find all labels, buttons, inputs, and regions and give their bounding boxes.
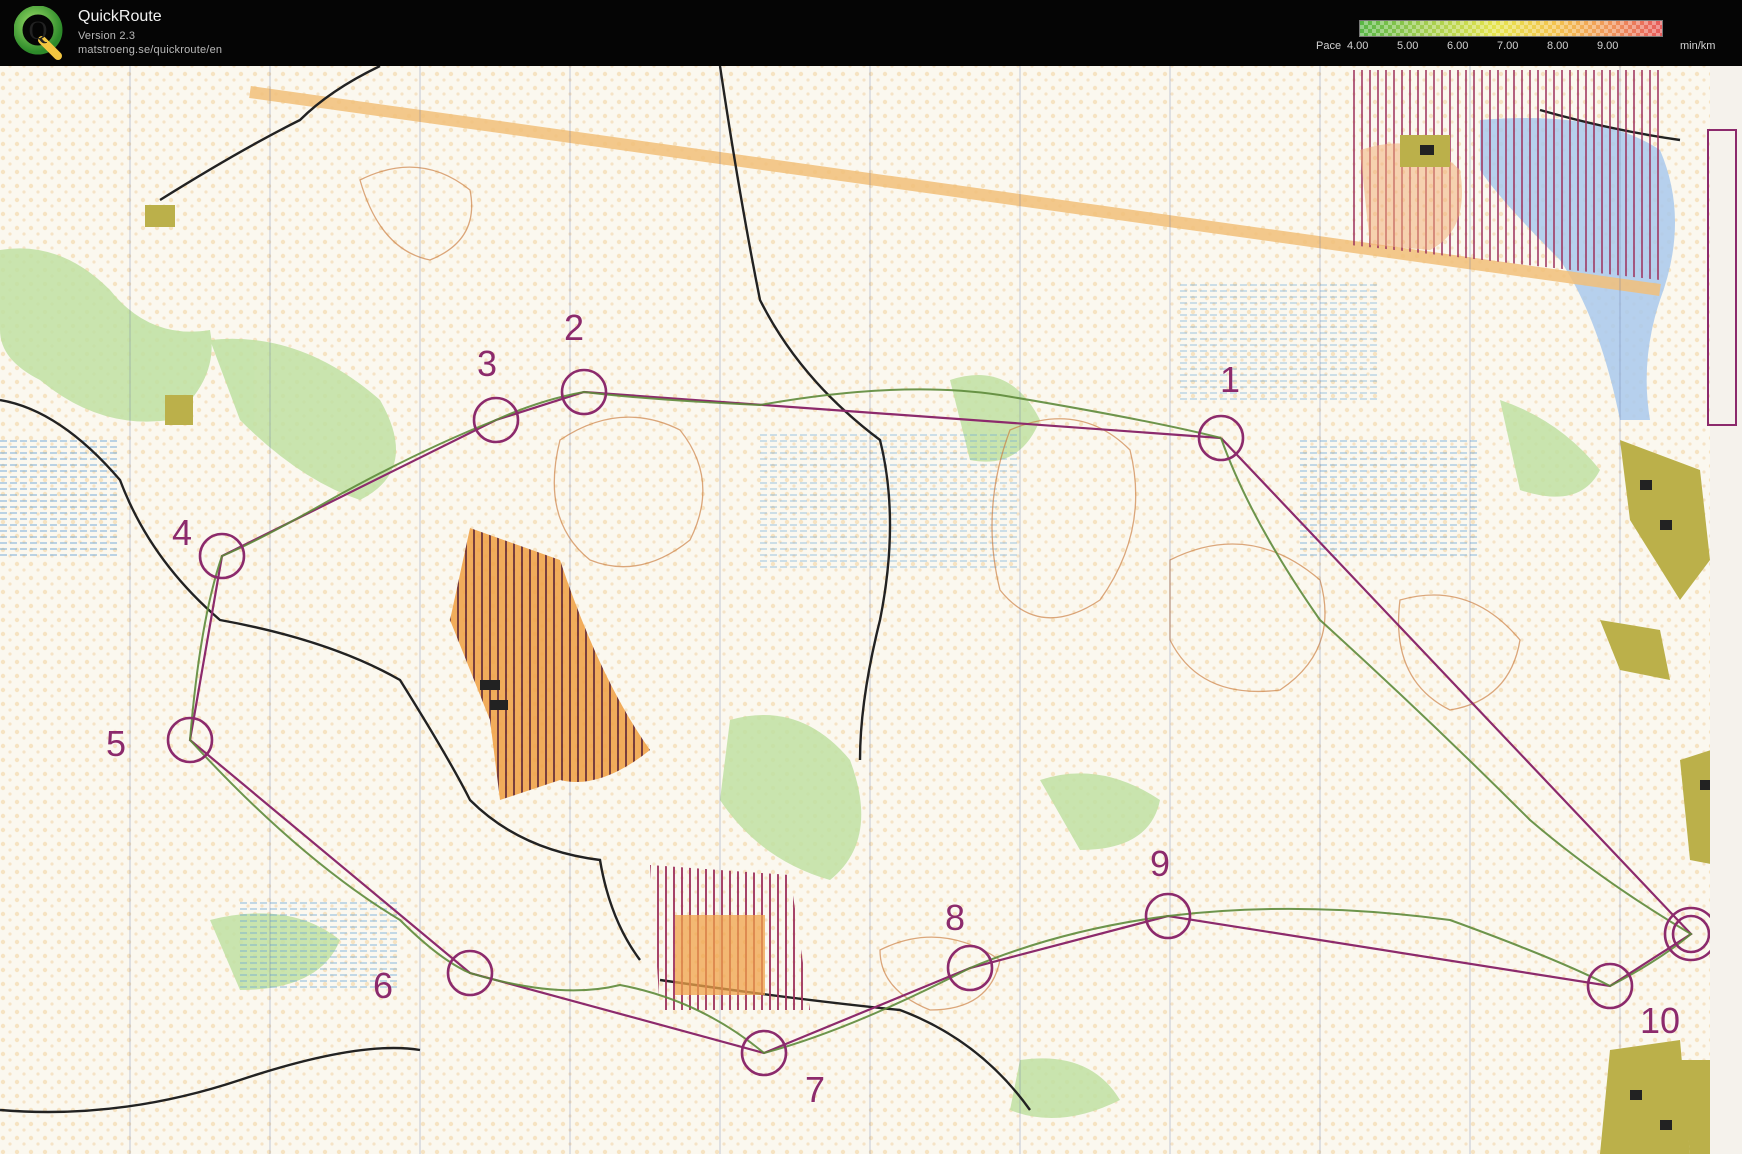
map-margin [1710, 66, 1742, 1154]
svg-text:Q: Q [29, 16, 48, 45]
app-version: Version 2.3 [78, 30, 136, 42]
pace-legend-unit: min/km [1680, 40, 1716, 52]
control-number: 3 [477, 343, 497, 384]
control-number: 10 [1640, 1000, 1680, 1041]
control-number: 8 [945, 897, 965, 938]
quickroute-logo-icon: Q [14, 6, 63, 60]
app-url-link[interactable]: matstroeng.se/quickroute/en [78, 44, 222, 56]
pace-tick: 6.00 [1447, 40, 1469, 52]
control-number: 1 [1220, 359, 1240, 400]
pace-tick: 9.00 [1597, 40, 1619, 52]
control-number: 6 [373, 965, 393, 1006]
control-number: 9 [1150, 843, 1170, 884]
pace-tick: 8.00 [1547, 40, 1569, 52]
orienteering-map[interactable]: 1 2 3 4 5 6 7 8 9 10 [0, 66, 1742, 1154]
control-number: 5 [106, 723, 126, 764]
pace-color-scale [1359, 20, 1663, 37]
control-number: 2 [564, 307, 584, 348]
map-canvas: 1 2 3 4 5 6 7 8 9 10 [0, 66, 1742, 1154]
control-number: 7 [805, 1069, 825, 1110]
pace-tick: 4.00 [1347, 40, 1369, 52]
control-number: 4 [172, 512, 192, 553]
pace-tick: 5.00 [1397, 40, 1419, 52]
open-land [675, 915, 765, 995]
pace-legend-label: Pace [1316, 40, 1342, 52]
app-header: Q QuickRoute Version 2.3 matstroeng.se/q… [0, 0, 1742, 66]
app-title: QuickRoute [78, 8, 162, 25]
pace-tick: 7.00 [1497, 40, 1519, 52]
